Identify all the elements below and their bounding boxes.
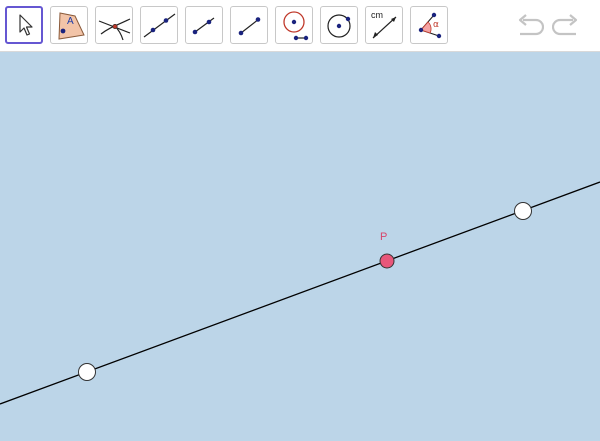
distance-glyph: cm [371, 10, 383, 20]
move-tool-button[interactable] [5, 6, 43, 44]
ray-icon [238, 17, 261, 36]
undo-button[interactable] [514, 12, 545, 40]
undo-icon [518, 14, 545, 36]
polygon-tool-button[interactable]: A [50, 6, 88, 44]
circle-center-point-tool-button[interactable] [320, 6, 358, 44]
redo-button[interactable] [551, 12, 582, 40]
distance-tool-button[interactable]: cm [365, 6, 403, 44]
ray-tool-button[interactable] [230, 6, 268, 44]
point-p-label: P [380, 231, 387, 243]
intersect-icon [98, 18, 131, 41]
redo-icon [551, 14, 578, 36]
circle-tool-button[interactable] [275, 6, 313, 44]
graphics-canvas[interactable]: P [0, 52, 600, 441]
polygon-glyph: A [67, 16, 74, 27]
free-point-a[interactable] [78, 363, 96, 381]
intersect-tool-button[interactable] [95, 6, 133, 44]
circle-center-point-icon [327, 14, 351, 38]
graphics-view[interactable]: P [0, 52, 600, 441]
segment-icon [192, 17, 215, 35]
free-point-b[interactable] [514, 202, 532, 220]
segment-tool-button[interactable] [185, 6, 223, 44]
circle-center-radius-icon [283, 11, 309, 41]
angle-glyph: α [433, 20, 439, 30]
point-p[interactable] [379, 253, 395, 269]
toolbar: A cm α [0, 0, 600, 52]
polygon-icon: A [58, 12, 85, 40]
arrow-cursor-icon [19, 14, 33, 36]
line-tool-button[interactable] [140, 6, 178, 44]
distance-length-icon: cm [371, 10, 397, 39]
angle-tool-button[interactable]: α [410, 6, 448, 44]
angle-icon: α [418, 12, 442, 39]
line-icon [143, 13, 176, 38]
